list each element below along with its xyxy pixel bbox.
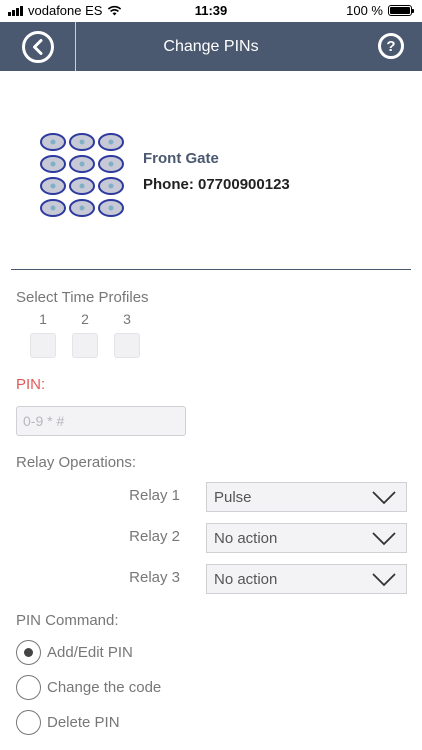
radio-delete-pin[interactable]: Delete PIN [16, 710, 120, 735]
question-icon: ? [386, 37, 396, 55]
radio-button-selected[interactable] [16, 640, 41, 665]
radio-label: Change the code [47, 679, 162, 696]
relay-3-label: Relay 3 [129, 569, 180, 586]
chevron-down-icon [372, 532, 396, 546]
back-button[interactable] [0, 22, 76, 71]
time-profile-2-label: 2 [81, 311, 89, 327]
battery-label: 100 % [346, 3, 383, 18]
back-arrow-icon [21, 30, 54, 63]
pin-input[interactable] [16, 406, 186, 436]
page-title: Change PINs [163, 38, 259, 55]
time-profile-2-checkbox[interactable] [72, 333, 98, 358]
relay-2-label: Relay 2 [129, 528, 180, 545]
relay-3-select[interactable]: No action [206, 564, 407, 594]
radio-button[interactable] [16, 675, 41, 700]
relay-1-select[interactable]: Pulse [206, 482, 407, 512]
device-phone: Phone: 07700900123 [143, 176, 290, 193]
time-profile-1-label: 1 [39, 311, 47, 327]
status-right: 100 % [346, 3, 414, 18]
radio-add-edit-pin[interactable]: Add/Edit PIN [16, 640, 133, 665]
chevron-down-icon [372, 491, 396, 505]
time-profile-3-checkbox[interactable] [114, 333, 140, 358]
relay-3-value: No action [214, 570, 278, 588]
relay-1-label: Relay 1 [129, 487, 180, 504]
device-name: Front Gate [143, 150, 219, 167]
radio-change-code[interactable]: Change the code [16, 675, 161, 700]
help-button[interactable]: ? [378, 33, 404, 59]
relay-operations-label: Relay Operations: [16, 454, 137, 471]
app-header: Change PINs ? [0, 22, 422, 71]
time-profile-1-checkbox[interactable] [30, 333, 56, 358]
time-profiles-label: Select Time Profiles [16, 289, 149, 306]
battery-icon [388, 5, 414, 16]
relay-1-value: Pulse [214, 488, 252, 506]
time-profile-3-label: 3 [123, 311, 131, 327]
pin-label: PIN: [16, 376, 46, 393]
status-bar: vodafone ES 11:39 100 % [0, 0, 422, 22]
radio-label: Add/Edit PIN [47, 644, 133, 661]
relay-2-select[interactable]: No action [206, 523, 407, 553]
relay-2-value: No action [214, 529, 278, 547]
chevron-down-icon [372, 573, 396, 587]
keypad-icon [40, 133, 124, 217]
pin-command-label: PIN Command: [16, 612, 119, 629]
radio-button[interactable] [16, 710, 41, 735]
radio-label: Delete PIN [47, 714, 120, 731]
section-divider [11, 269, 411, 270]
